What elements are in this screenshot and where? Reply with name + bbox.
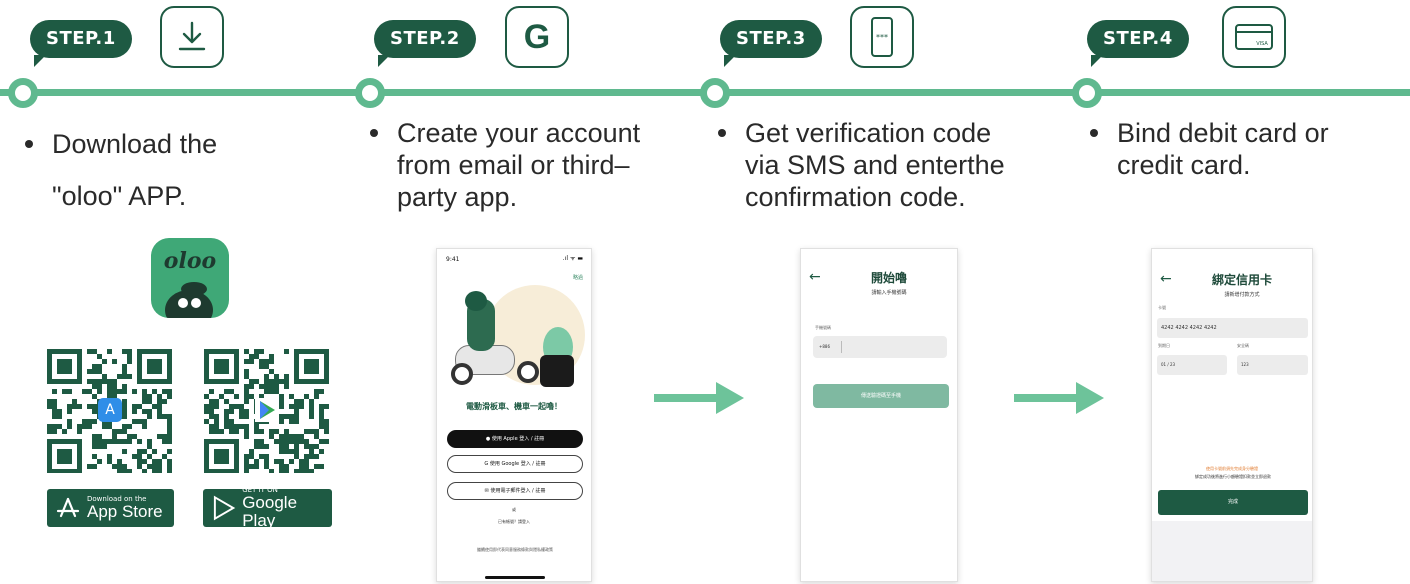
home-indicator xyxy=(485,576,545,579)
mascot-illustration xyxy=(445,285,585,395)
step-2-badge: STEP.2 xyxy=(374,20,476,67)
download-icon xyxy=(160,6,224,68)
step-1-badge: STEP.1 xyxy=(30,20,132,67)
svg-text:VISA: VISA xyxy=(1256,41,1268,47)
timeline-node-2 xyxy=(355,78,385,108)
phone-signup-screen: 9:41 .ıl ᯤ ▬ 略過 電動滑板車、機車一起嚕！ ● 使用 Apple … xyxy=(436,248,592,582)
apple-signin-button[interactable]: ● 使用 Apple 登入 / 註冊 xyxy=(447,430,583,448)
step-2-description: Create your account from email or third–… xyxy=(370,117,640,213)
credit-card-icon: VISA xyxy=(1222,6,1286,68)
card-number-input[interactable]: 4242 4242 4242 4242 xyxy=(1157,318,1308,338)
google-signin-button[interactable]: G 使用 Google 登入 / 註冊 xyxy=(447,455,583,473)
done-button[interactable]: 完成 xyxy=(1158,490,1308,515)
skip-link[interactable]: 略過 xyxy=(573,274,583,281)
app-store-button[interactable]: Download on the App Store xyxy=(47,489,174,527)
app-store-icon: A xyxy=(98,398,122,422)
expiry-input[interactable]: 01 / 23 xyxy=(1157,355,1227,375)
google-play-button[interactable]: GET IT ON Google Play xyxy=(203,486,332,530)
step-4-badge: STEP.4 xyxy=(1087,20,1189,67)
login-link[interactable]: 已有帳號？請登入 xyxy=(437,519,591,525)
next-arrow-icon xyxy=(1014,382,1104,414)
timeline-node-1 xyxy=(8,78,38,108)
phone-number-input[interactable]: +886 xyxy=(813,336,947,358)
app-store-a-icon xyxy=(56,497,80,518)
next-arrow-icon xyxy=(654,382,744,414)
keyboard-area xyxy=(1152,521,1312,581)
send-code-button[interactable]: 傳送驗證碼至手機 xyxy=(813,384,949,408)
step-3-description: Get verification code via SMS and entert… xyxy=(718,117,1005,213)
email-signin-button[interactable]: ✉ 使用電子郵件登入 / 註冊 xyxy=(447,482,583,500)
phone-verification-screen: ← 開始嚕 請輸入手機號碼 手機號碼 +886 傳送驗證碼至手機 xyxy=(800,248,958,582)
cvc-input[interactable]: 123 xyxy=(1237,355,1308,375)
google-g-icon: G xyxy=(505,6,569,68)
phone-bind-card-screen: ← 綁定信用卡 請新增付款方式 卡號 4242 4242 4242 4242 到… xyxy=(1151,248,1313,582)
svg-text:***: *** xyxy=(876,33,888,42)
google-play-icon xyxy=(255,398,279,422)
step-4-description: Bind debit card or credit card. xyxy=(1090,117,1329,181)
google-play-qr-code xyxy=(204,349,329,474)
step-3-badge: STEP.3 xyxy=(720,20,822,67)
play-icon xyxy=(213,495,236,521)
app-store-qr-code: A xyxy=(47,349,172,474)
step-1-description: Download the "oloo" APP. xyxy=(25,118,217,222)
oloo-app-logo: oloo xyxy=(151,238,229,318)
phone-sms-icon: *** xyxy=(850,6,914,68)
timeline-node-3 xyxy=(700,78,730,108)
timeline-node-4 xyxy=(1072,78,1102,108)
